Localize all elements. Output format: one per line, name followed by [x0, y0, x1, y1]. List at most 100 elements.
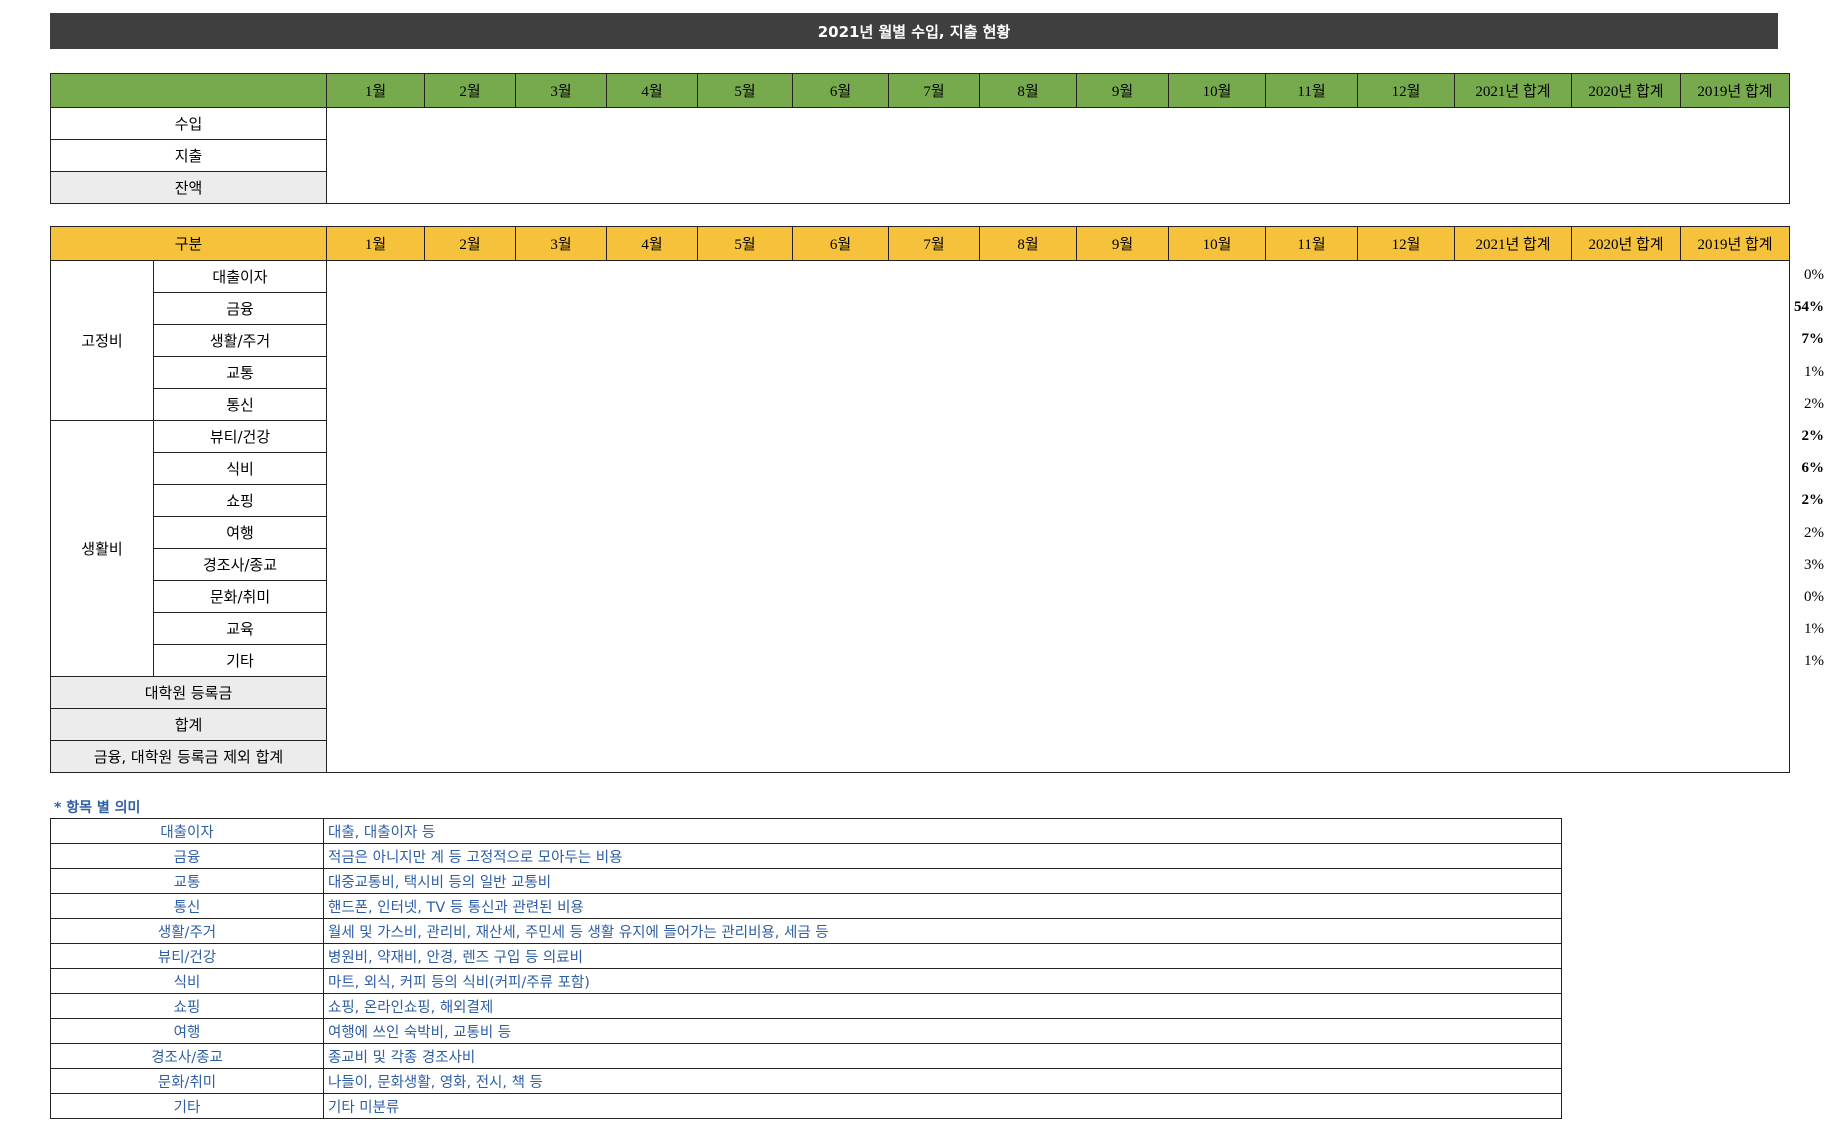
expense-item-label: 대출이자 — [152, 260, 328, 293]
total-header: 2021년 합계 — [1454, 73, 1572, 108]
expense-header-row: 구분 1월 2월 3월 4월 5월 6월 7월 8월 9월 10월 11월 12월 2021년 합계 20… — [49, 226, 1791, 261]
legend-row: 여행 여행에 쓰인 숙박비, 교통비 등 — [50, 1018, 1562, 1044]
legend-key: 통신 — [50, 893, 324, 919]
total-header: 2020년 합계 — [1571, 226, 1682, 261]
month-header: 10월 — [1168, 73, 1266, 108]
category-percentage: 2% — [1801, 428, 1825, 444]
legend-description: 적금은 아니지만 계 등 고정적으로 모아두는 비용 — [323, 843, 1562, 869]
expense-item-label: 뷰티/건강 — [152, 420, 328, 453]
legend-description: 종교비 및 각종 경조사비 — [323, 1043, 1562, 1069]
category-percentage: 2% — [1804, 395, 1824, 412]
expense-row: 고정비 대출이자 — [50, 260, 1791, 773]
sheet-title: 2021년 월별 수입, 지출 현황 — [50, 13, 1778, 49]
income-row-label: 지출 — [50, 139, 327, 172]
legend-key: 금융 — [50, 843, 324, 869]
legend-description: 병원비, 약재비, 안경, 렌즈 구입 등 의료비 — [323, 943, 1562, 969]
income-row-label: 잔액 — [50, 171, 327, 204]
legend-key: 교통 — [50, 868, 324, 894]
legend-key: 여행 — [50, 1018, 324, 1044]
expense-item-label: 쇼핑 — [152, 484, 328, 517]
legend-row: 식비 마트, 외식, 커피 등의 식비(커피/주류 포함) — [50, 968, 1562, 994]
month-header: 10월 — [1168, 226, 1267, 261]
expense-item-label: 교육 — [152, 612, 328, 645]
month-header: 4월 — [606, 73, 698, 108]
month-header: 12월 — [1357, 226, 1456, 261]
category-percentage: 0% — [1804, 589, 1824, 605]
legend-row: 대출이자 대출, 대출이자 등 — [50, 818, 1562, 844]
month-header: 6월 — [792, 226, 890, 261]
category-percentage: 1% — [1804, 363, 1824, 380]
month-header: 8월 — [979, 226, 1078, 261]
total-header: 2019년 합계 — [1680, 226, 1791, 261]
legend-key: 대출이자 — [50, 818, 324, 844]
legend-row: 교통 대중교통비, 택시비 등의 일반 교통비 — [50, 868, 1562, 894]
legend-description: 월세 및 가스비, 관리비, 재산세, 주민세 등 생활 유지에 들어가는 관리… — [323, 918, 1562, 944]
expense-item-label: 여행 — [152, 516, 328, 549]
expense-summary-label: 금융, 대학원 등록금 제외 합계 — [49, 740, 328, 773]
expense-item-label: 문화/취미 — [152, 580, 328, 613]
legend-row: 생활/주거 월세 및 가스비, 관리비, 재산세, 주민세 등 생활 유지에 들어… — [50, 918, 1562, 944]
total-header: 2020년 합계 — [1571, 73, 1681, 108]
legend-key: 식비 — [50, 968, 324, 994]
month-header: 7월 — [888, 226, 981, 261]
legend-row: 통신 핸드폰, 인터넷, TV 등 통신과 관련된 비용 — [50, 893, 1562, 919]
legend-description: 대출, 대출이자 등 — [323, 818, 1562, 844]
expense-table: 구분 1월 2월 3월 4월 5월 6월 7월 8월 9월 10월 11월 12월 2021년 합계 20… — [49, 226, 1791, 773]
expense-item-label: 금융 — [152, 292, 328, 325]
category-percentage: 1% — [1804, 621, 1824, 638]
legend-key: 경조사/종교 — [50, 1043, 324, 1069]
month-header: 7월 — [888, 73, 980, 108]
legend-key: 문화/취미 — [50, 1068, 324, 1094]
month-header: 3월 — [515, 73, 607, 108]
month-header: 6월 — [792, 73, 889, 108]
legend-description: 여행에 쓰인 숙박비, 교통비 등 — [323, 1018, 1562, 1044]
category-percentage: 7% — [1801, 331, 1825, 348]
legend-row: 쇼핑 쇼핑, 온라인쇼핑, 해외결제 — [50, 993, 1562, 1019]
expense-group-label: 고정비 — [50, 260, 154, 421]
expense-item-label: 생활/주거 — [152, 324, 328, 357]
month-header: 12월 — [1357, 73, 1455, 108]
expense-summary-label: 합계 — [49, 708, 328, 741]
category-header: 구분 — [49, 226, 328, 261]
legend-description: 나들이, 문화생활, 영화, 전시, 책 등 — [323, 1068, 1562, 1094]
month-header: 8월 — [979, 73, 1077, 108]
month-header: 1월 — [326, 73, 425, 108]
legend-title: * 항목 별 의미 — [54, 800, 141, 816]
legend-row: 문화/취미 나들이, 문화생활, 영화, 전시, 책 등 — [50, 1068, 1562, 1094]
legend-key: 뷰티/건강 — [50, 943, 324, 969]
legend-description: 대중교통비, 택시비 등의 일반 교통비 — [323, 868, 1562, 894]
legend-row: 기타 기타 미분류 — [50, 1093, 1562, 1119]
legend-key: 기타 — [50, 1093, 324, 1119]
expense-item-label: 경조사/종교 — [152, 548, 328, 581]
category-percentage: 54% — [1794, 299, 1824, 316]
category-percentage: 1% — [1804, 653, 1824, 670]
month-header: 2월 — [424, 226, 517, 261]
category-percentage: 2% — [1801, 492, 1825, 509]
legend-description: 마트, 외식, 커피 등의 식비(커피/주류 포함) — [323, 968, 1562, 994]
month-header: 2월 — [424, 73, 516, 108]
legend-key: 생활/주거 — [50, 918, 324, 944]
category-percentage: 6% — [1801, 460, 1825, 477]
legend-row: 금융 적금은 아니지만 계 등 고정적으로 모아두는 비용 — [50, 843, 1562, 869]
total-header: 2019년 합계 — [1680, 73, 1790, 108]
month-header: 1월 — [326, 226, 426, 261]
income-header-row: 1월 2월 3월 4월 5월 6월 7월 8월 9월 10월 11월 12월 2021년 합계 2020년… — [50, 73, 1790, 108]
income-row: 수입 — [50, 107, 1790, 204]
expense-values-area[interactable] — [326, 260, 1791, 773]
category-percentage: 3% — [1804, 556, 1824, 573]
legend-row: 경조사/종교 종교비 및 각종 경조사비 — [50, 1043, 1562, 1069]
legend-description: 기타 미분류 — [323, 1093, 1562, 1119]
legend-key: 쇼핑 — [50, 993, 324, 1019]
income-summary-table: 1월 2월 3월 4월 5월 6월 7월 8월 9월 10월 11월 12월 2021년 합계 2020년… — [50, 73, 1790, 204]
expense-item-label: 통신 — [152, 388, 328, 421]
legend-row: 뷰티/건강 병원비, 약재비, 안경, 렌즈 구입 등 의료비 — [50, 943, 1562, 969]
month-header: 4월 — [606, 226, 699, 261]
expense-group-label: 생활비 — [50, 420, 154, 677]
income-values-area[interactable] — [326, 107, 1790, 204]
month-header: 11월 — [1265, 73, 1358, 108]
total-header: 2021년 합계 — [1454, 226, 1573, 261]
month-header: 9월 — [1076, 226, 1170, 261]
legend-description: 핸드폰, 인터넷, TV 등 통신과 관련된 비용 — [323, 893, 1562, 919]
month-header: 5월 — [697, 73, 793, 108]
month-header: 9월 — [1076, 73, 1169, 108]
